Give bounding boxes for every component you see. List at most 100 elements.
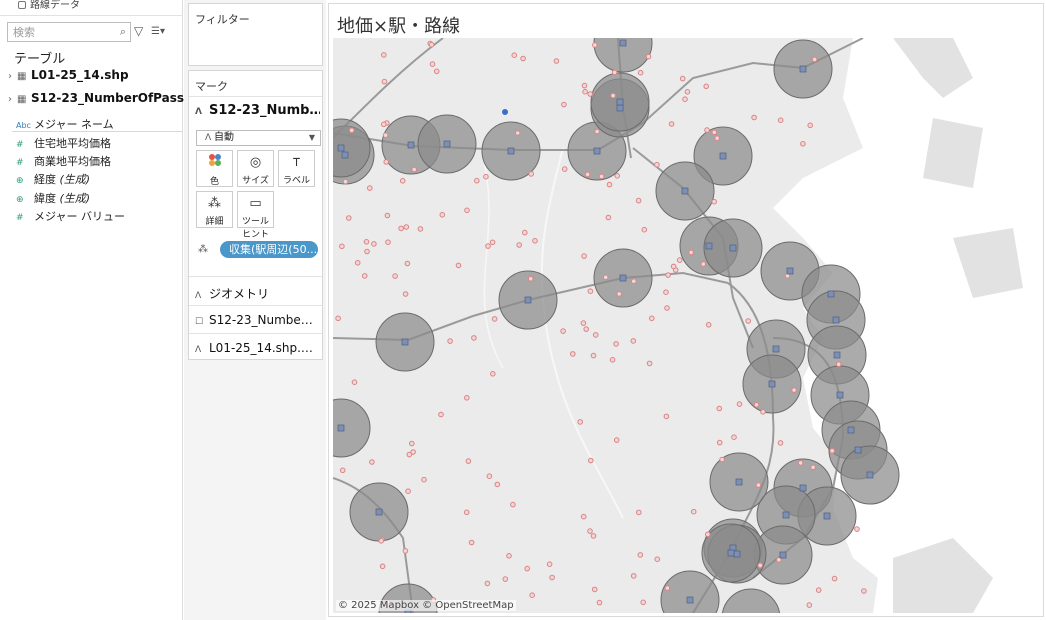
station-marker[interactable] (823, 512, 831, 520)
land-price-point[interactable] (654, 556, 661, 563)
land-price-point[interactable] (745, 318, 752, 324)
land-price-point[interactable] (433, 68, 440, 75)
color-shelf[interactable]: 色 (196, 150, 233, 187)
land-price-point[interactable] (719, 456, 725, 463)
land-price-point[interactable] (335, 315, 341, 322)
land-price-point[interactable] (580, 320, 587, 326)
land-price-point[interactable] (339, 243, 345, 250)
land-price-point[interactable] (383, 159, 390, 165)
station-marker[interactable] (782, 511, 790, 519)
land-price-point[interactable] (514, 130, 521, 136)
land-price-point[interactable] (429, 61, 436, 67)
land-price-point[interactable] (760, 409, 766, 415)
land-price-point[interactable] (464, 395, 470, 401)
land-price-point[interactable] (570, 351, 576, 357)
land-price-point[interactable] (637, 552, 644, 558)
land-price-point[interactable] (594, 128, 600, 135)
land-price-point[interactable] (731, 434, 737, 441)
land-price-point[interactable] (471, 335, 477, 341)
station-marker[interactable] (337, 424, 345, 432)
land-price-point[interactable] (605, 214, 612, 221)
land-price-point[interactable] (549, 574, 555, 581)
station-marker[interactable] (705, 242, 713, 250)
land-price-point[interactable] (392, 273, 398, 279)
land-price-point[interactable] (404, 260, 411, 267)
station-marker[interactable] (733, 550, 741, 558)
field-longitude[interactable]: ⊕ 経度 (生成) (16, 171, 90, 187)
land-price-point[interactable] (665, 272, 671, 278)
land-price-point[interactable] (502, 576, 509, 582)
land-price-point[interactable] (378, 538, 385, 544)
land-price-point[interactable] (616, 291, 623, 297)
land-price-point[interactable] (800, 141, 806, 147)
land-price-point[interactable] (384, 212, 391, 219)
land-price-point[interactable] (490, 371, 496, 377)
land-price-point[interactable] (560, 328, 566, 334)
land-price-point[interactable] (363, 239, 370, 245)
land-price-point[interactable] (630, 338, 637, 344)
land-price-point[interactable] (553, 58, 560, 64)
land-price-point[interactable] (455, 262, 462, 269)
land-price-point[interactable] (676, 257, 683, 263)
land-price-point[interactable] (791, 387, 797, 393)
mark-type-dropdown[interactable]: ⴷ 自動 ▼ (196, 130, 321, 146)
land-price-point[interactable] (613, 341, 619, 347)
land-price-point[interactable] (684, 89, 691, 95)
station-marker[interactable] (786, 267, 794, 275)
land-price-point[interactable] (379, 563, 386, 570)
field-measure-values[interactable]: # メジャー バリュー (16, 208, 125, 224)
land-price-point[interactable] (835, 361, 842, 368)
land-price-point[interactable] (613, 437, 620, 443)
station-marker[interactable] (827, 290, 835, 298)
land-price-point[interactable] (645, 53, 652, 60)
station-marker[interactable] (619, 39, 627, 47)
land-price-point[interactable] (635, 197, 642, 204)
selected-land-price-point[interactable] (502, 109, 508, 115)
filter-icon[interactable]: ▽ (134, 24, 143, 38)
station-marker[interactable] (836, 391, 844, 399)
land-price-point[interactable] (704, 127, 710, 133)
land-price-point[interactable] (861, 588, 867, 594)
land-price-point[interactable] (506, 553, 512, 559)
land-price-point[interactable] (753, 402, 760, 408)
filters-card[interactable]: フィルター (188, 3, 323, 66)
land-price-point[interactable] (546, 561, 553, 568)
station-marker[interactable] (832, 316, 840, 324)
land-price-point[interactable] (606, 181, 613, 188)
land-price-point[interactable] (532, 238, 538, 244)
land-price-point[interactable] (367, 185, 373, 191)
land-price-point[interactable] (361, 273, 368, 279)
station-marker[interactable] (443, 140, 451, 148)
search-input[interactable] (8, 23, 108, 41)
land-price-point[interactable] (598, 173, 605, 180)
station-marker[interactable] (337, 144, 345, 152)
station-marker[interactable] (619, 274, 627, 282)
land-price-point[interactable] (630, 573, 637, 579)
land-price-point[interactable] (417, 226, 424, 232)
land-price-point[interactable] (587, 457, 594, 464)
land-price-point[interactable] (637, 69, 644, 76)
land-price-point[interactable] (468, 539, 475, 546)
land-price-point[interactable] (489, 239, 496, 246)
land-price-point[interactable] (609, 357, 616, 363)
land-price-point[interactable] (690, 508, 697, 515)
detail-pill[interactable]: 収集(駅周辺(50... (220, 241, 318, 258)
chevron-right-icon[interactable]: › (8, 71, 17, 82)
land-price-point[interactable] (369, 459, 375, 465)
table-l01[interactable]: › ▦ L01-25_14.shp (8, 68, 129, 82)
land-price-point[interactable] (463, 509, 470, 516)
land-price-point[interactable] (587, 91, 594, 97)
land-price-point[interactable] (402, 291, 409, 297)
land-price-point[interactable] (679, 75, 686, 82)
land-price-point[interactable] (528, 171, 534, 177)
land-price-point[interactable] (714, 135, 720, 141)
land-price-point[interactable] (348, 127, 355, 134)
land-price-point[interactable] (491, 316, 498, 322)
land-price-point[interactable] (465, 458, 472, 464)
datasource-item[interactable]: 路線データ (18, 0, 80, 11)
land-price-point[interactable] (777, 440, 784, 446)
land-price-point[interactable] (682, 96, 688, 103)
land-price-point[interactable] (580, 513, 587, 520)
label-shelf[interactable]: ⊤ ラベル (278, 150, 315, 187)
land-price-point[interactable] (587, 288, 594, 294)
